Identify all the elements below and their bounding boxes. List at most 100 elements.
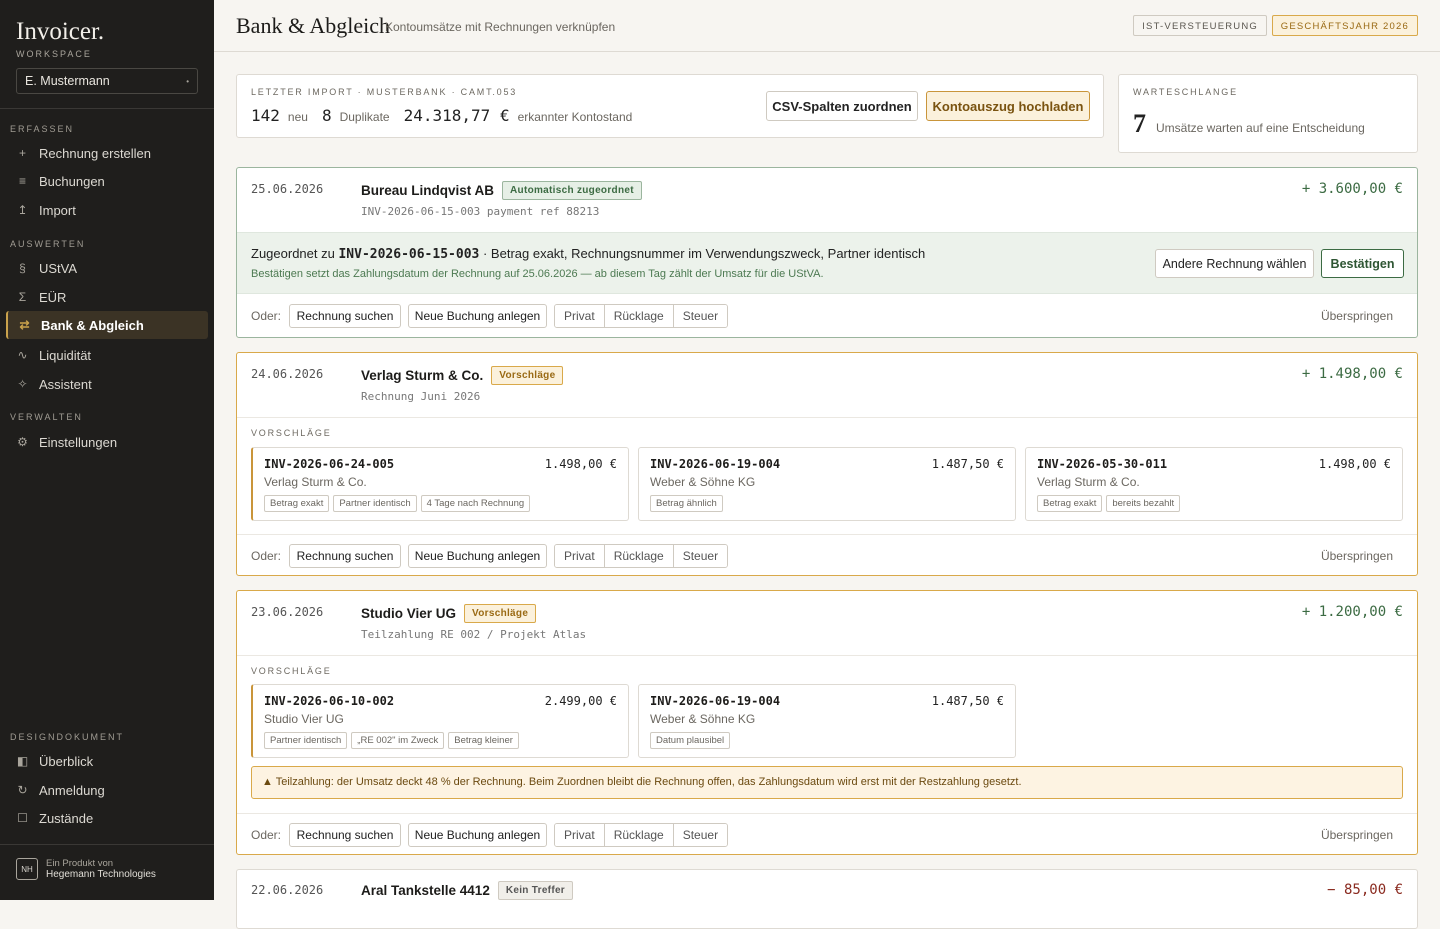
sidebar-item-import[interactable]: ↥ Import [6, 196, 208, 224]
ruecklage-button[interactable]: Rücklage [604, 305, 674, 327]
sidebar-item-eur[interactable]: Σ EÜR [6, 283, 208, 311]
privat-button[interactable]: Privat [555, 545, 605, 567]
sidebar-section-auswerten: AUSWERTEN [10, 239, 86, 249]
balance-value: 24.318,77 € [403, 106, 510, 125]
choose-other-invoice-button[interactable]: Andere Rechnung wählen [1155, 249, 1314, 278]
suggestion-invoice: INV-2026-05-30-011 [1037, 457, 1168, 471]
tag: Datum plausibel [650, 732, 731, 749]
sidebar-item-label: Anmeldung [39, 782, 105, 798]
sidebar-item-ueberblick[interactable]: ◧ Überblick [6, 747, 208, 775]
workspace-user-select[interactable]: E. Mustermann • [16, 68, 198, 94]
state-icon: ☐ [17, 811, 28, 825]
sidebar-item-einstellungen[interactable]: ⚙ Einstellungen [6, 428, 208, 456]
map-csv-columns-button[interactable]: CSV-Spalten zuordnen [766, 91, 918, 121]
new-booking-button[interactable]: Neue Buchung anlegen [408, 544, 547, 568]
workspace-label: WORKSPACE [16, 49, 92, 59]
new-label: neu [287, 110, 308, 124]
suggestion-card[interactable]: INV-2026-06-19-004 1.487,50 € Weber & Sö… [638, 684, 1016, 758]
status-badge: Vorschläge [491, 366, 564, 385]
search-invoice-button[interactable]: Rechnung suchen [289, 544, 401, 568]
action-row: Oder: Rechnung suchen Neue Buchung anleg… [237, 534, 1417, 575]
tax-mode-badge[interactable]: IST-VERSTEUERUNG [1133, 15, 1267, 36]
import-stats: 142 neu 8 Duplikate 24.318,77 € erkannte… [251, 106, 646, 125]
suggestion-partner: Verlag Sturm & Co. [1037, 475, 1140, 489]
steuer-button[interactable]: Steuer [673, 545, 728, 567]
partner-name: Studio Vier UG [361, 606, 457, 621]
brand-logo-icon: NH [16, 858, 38, 880]
brand-line-2: Hegemann Technologies [46, 869, 156, 880]
tag: Betrag ähnlich [650, 495, 723, 512]
sidebar-item-label: EÜR [39, 289, 67, 305]
tag: bereits bezahlt [1106, 495, 1181, 512]
sidebar-item-liquiditaet[interactable]: ∿ Liquidität [6, 341, 208, 369]
match-panel: Zugeordnet zu INV-2026-06-15-003 · Betra… [237, 232, 1417, 294]
suggestion-card[interactable]: INV-2026-06-24-005 1.498,00 € Verlag Stu… [251, 447, 629, 521]
fiscal-year-badge[interactable]: GESCHÄFTSJAHR 2026 [1271, 15, 1418, 36]
transaction-partner: Bureau Lindqvist AB Automatisch zugeordne… [361, 181, 642, 200]
match-invoice: INV-2026-06-15-003 [338, 247, 480, 262]
search-invoice-button[interactable]: Rechnung suchen [289, 823, 401, 847]
match-summary: Zugeordnet zu INV-2026-06-15-003 · Betra… [251, 246, 925, 262]
sigma-icon: Σ [18, 290, 27, 304]
sidebar-item-rechnung-erstellen[interactable]: + Rechnung erstellen [6, 139, 208, 167]
suggestion-card[interactable]: INV-2026-05-30-011 1.498,00 € Verlag Stu… [1025, 447, 1403, 521]
new-booking-button[interactable]: Neue Buchung anlegen [408, 823, 547, 847]
sidebar-item-bank-abgleich[interactable]: ⇄ Bank & Abgleich [6, 311, 208, 339]
privat-button[interactable]: Privat [555, 824, 605, 846]
partial-payment-warning: ▲ Teilzahlung: der Umsatz deckt 48 % der… [251, 766, 1403, 799]
privat-button[interactable]: Privat [555, 305, 605, 327]
transaction-reference: Rechnung Juni 2026 [361, 390, 481, 403]
duplicate-count: 8 [321, 106, 332, 125]
skip-link[interactable]: Überspringen [1321, 549, 1393, 563]
suggestion-invoice: INV-2026-06-19-004 [650, 694, 781, 708]
transaction-date: 24.06.2026 [251, 367, 324, 381]
new-booking-button[interactable]: Neue Buchung anlegen [408, 304, 547, 328]
transaction-date: 22.06.2026 [251, 883, 324, 897]
brand-line-1: Ein Produkt von [46, 858, 114, 869]
transaction-amount: − 85,00 € [1327, 882, 1403, 898]
suggestion-amount: 1.487,50 € [931, 457, 1004, 471]
sidebar: Invoicer. WORKSPACE E. Mustermann • ERFA… [0, 0, 214, 900]
sidebar-item-assistent[interactable]: ✧ Assistent [6, 370, 208, 398]
last-import-card: LETZTER IMPORT · MUSTERBANK · CAMT.053 1… [236, 74, 1104, 138]
steuer-button[interactable]: Steuer [673, 305, 728, 327]
category-segment: Privat Rücklage Steuer [554, 544, 729, 568]
sidebar-item-label: Einstellungen [39, 434, 118, 450]
match-reason: · Betrag exakt, Rechnungsnummer im Verwe… [482, 246, 926, 261]
sidebar-item-zustaende[interactable]: ☐ Zustände [6, 804, 208, 832]
transaction-partner: Verlag Sturm & Co. Vorschläge [361, 366, 564, 385]
suggestion-card[interactable]: INV-2026-06-19-004 1.487,50 € Weber & Sö… [638, 447, 1016, 521]
transaction-reference: INV-2026-06-15-003 payment ref 88213 [361, 205, 600, 218]
sidebar-item-anmeldung[interactable]: ↻ Anmeldung [6, 776, 208, 804]
transaction-card: 25.06.2026 Bureau Lindqvist AB Automatisc… [236, 167, 1418, 338]
suggestion-card[interactable]: INV-2026-06-10-002 2.499,00 € Studio Vie… [251, 684, 629, 758]
suggestion-amount: 1.498,00 € [1318, 457, 1391, 471]
partner-name: Aral Tankstelle 4412 [361, 883, 490, 898]
sidebar-item-buchungen[interactable]: ≡ Buchungen [6, 167, 208, 195]
search-invoice-button[interactable]: Rechnung suchen [289, 304, 401, 328]
status-badge: Automatisch zugeordnet [502, 181, 642, 200]
confirm-button[interactable]: Bestätigen [1321, 249, 1404, 278]
skip-link[interactable]: Überspringen [1321, 828, 1393, 842]
ruecklage-button[interactable]: Rücklage [604, 545, 674, 567]
tag: Betrag exakt [1037, 495, 1103, 512]
upload-statement-button[interactable]: Kontoauszug hochladen [926, 91, 1090, 121]
ruecklage-button[interactable]: Rücklage [604, 824, 674, 846]
skip-link[interactable]: Überspringen [1321, 309, 1393, 323]
category-segment: Privat Rücklage Steuer [554, 304, 729, 328]
queue-label: WARTESCHLANGE [1133, 87, 1238, 97]
transaction-amount: + 3.600,00 € [1301, 181, 1403, 197]
gear-icon: ⚙ [17, 435, 28, 449]
divider [237, 655, 1417, 656]
sidebar-section-erfassen: ERFASSEN [10, 124, 75, 134]
action-row: Oder: Rechnung suchen Neue Buchung anleg… [237, 813, 1417, 854]
sidebar-divider [0, 844, 214, 845]
category-segment: Privat Rücklage Steuer [554, 823, 729, 847]
steuer-button[interactable]: Steuer [673, 824, 728, 846]
sidebar-item-ustva[interactable]: § UStVA [6, 254, 208, 282]
queue-text: Umsätze warten auf eine Entscheidung [1156, 121, 1365, 135]
suggestion-tags: Betrag ähnlich [650, 495, 727, 512]
tag: Betrag kleiner [448, 732, 519, 749]
status-badge: Vorschläge [464, 604, 537, 623]
transaction-partner: Studio Vier UG Vorschläge [361, 604, 537, 623]
